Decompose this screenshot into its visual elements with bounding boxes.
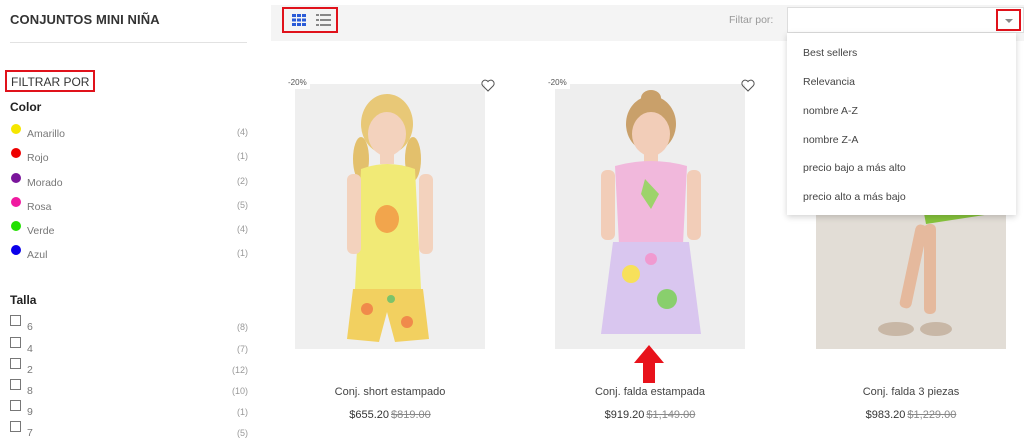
color-swatch [11,221,21,231]
product-name[interactable]: Conj. falda estampada [545,386,755,398]
sort-option-relevancia[interactable]: Relevancia [803,76,855,88]
heart-icon[interactable] [481,79,495,92]
list-view-icon[interactable] [316,14,331,26]
sort-option-name-asc[interactable]: nombre A-Z [803,105,858,117]
color-swatch [11,124,21,134]
size-filter-item-2[interactable]: 2 (12) [10,358,248,376]
facet-label: 2 [27,364,33,376]
sort-select[interactable] [787,7,1024,33]
facet-label: Azul [27,249,48,261]
sort-option-price-desc[interactable]: precio alto a más bajo [803,191,906,203]
red-arrow-annotation [634,345,664,383]
product-photo-girl-pink [555,84,745,349]
discount-badge: -20% [285,76,310,89]
product-card[interactable]: -20% Conj. falda estampada $919.20 $1,149… [545,76,755,441]
facet-count: (4) [237,127,248,137]
color-filter-item-verde[interactable]: Verde (4) [10,221,248,239]
size-filter-item-8[interactable]: 8 (10) [10,379,248,397]
facet-label: 7 [27,427,33,439]
sale-price: $655.20 [349,409,389,421]
product-card[interactable]: -20% Conj. short estampado $655.20 $819.0… [285,76,495,441]
color-filter-item-rosa[interactable]: Rosa (5) [10,197,248,215]
facet-label: Rosa [27,201,52,213]
discount-badge: -20% [545,76,570,89]
facet-count: (1) [237,151,248,161]
product-price: $655.20 $819.00 [285,409,495,421]
facet-count: (1) [237,407,248,417]
product-name[interactable]: Conj. short estampado [285,386,495,398]
color-swatch [11,245,21,255]
sort-dropdown: Best sellers Relevancia nombre A-Z nombr… [787,33,1016,215]
filter-heading: FILTRAR POR [5,70,96,92]
facet-count: (1) [237,248,248,258]
size-filter-item-6[interactable]: 6 (8) [10,315,248,333]
product-name[interactable]: Conj. falda 3 piezas [806,386,1016,398]
size-filter-title: Talla [10,293,37,307]
grid-view-icon[interactable] [292,14,306,26]
facet-count: (2) [237,176,248,186]
facet-label: 8 [27,385,33,397]
facet-label: Amarillo [27,128,65,140]
facet-label: 4 [27,343,33,355]
facet-label: 9 [27,406,33,418]
facet-count: (5) [237,200,248,210]
size-filter-item-9[interactable]: 9 (1) [10,400,248,418]
sort-option-price-asc[interactable]: precio bajo a más alto [803,162,906,174]
product-image[interactable] [555,84,745,349]
facet-count: (5) [237,428,248,438]
original-price: $1,149.00 [646,409,696,421]
original-price: $1,229.00 [907,409,957,421]
facet-label: Verde [27,225,55,237]
sale-price: $983.20 [865,409,906,421]
facet-label: Rojo [27,152,49,164]
color-filter-item-morado[interactable]: Morado (2) [10,173,248,191]
sale-price: $919.20 [604,409,645,421]
facet-count: (12) [231,365,248,375]
heart-icon[interactable] [741,79,755,92]
sort-option-best-sellers[interactable]: Best sellers [803,47,857,59]
sort-label: Filtar por: [729,14,774,26]
product-price: $983.20 $1,229.00 [806,409,1016,421]
size-checkbox[interactable] [10,315,21,326]
original-price: $819.00 [391,409,431,421]
facet-count: (10) [231,386,248,396]
chevron-down-icon[interactable] [996,9,1021,31]
color-swatch [11,173,21,183]
color-filter-item-rojo[interactable]: Rojo (1) [10,148,248,166]
size-checkbox[interactable] [10,400,21,411]
view-toggle [282,7,338,33]
divider [10,42,247,43]
category-title: CONJUNTOS MINI NIÑA [10,12,160,27]
product-image[interactable] [295,84,485,349]
size-checkbox[interactable] [10,421,21,432]
facet-count: (4) [237,224,248,234]
sort-option-name-desc[interactable]: nombre Z-A [803,134,858,146]
size-checkbox[interactable] [10,358,21,369]
facet-count: (7) [237,344,248,354]
color-swatch [11,148,21,158]
facet-label: 6 [27,321,33,333]
product-price: $919.20 $1,149.00 [545,409,755,421]
size-checkbox[interactable] [10,337,21,348]
color-filter-item-amarillo[interactable]: Amarillo (4) [10,124,248,142]
facet-label: Morado [27,177,63,189]
size-checkbox[interactable] [10,379,21,390]
size-filter-item-7[interactable]: 7 (5) [10,421,248,439]
color-filter-item-azul[interactable]: Azul (1) [10,245,248,263]
size-filter-item-4[interactable]: 4 (7) [10,337,248,355]
color-swatch [11,197,21,207]
filter-sidebar: CONJUNTOS MINI NIÑA FILTRAR POR Color Am… [0,0,258,441]
product-photo-girl-yellow [295,84,485,349]
color-filter-title: Color [10,100,42,114]
facet-count: (8) [237,322,248,332]
